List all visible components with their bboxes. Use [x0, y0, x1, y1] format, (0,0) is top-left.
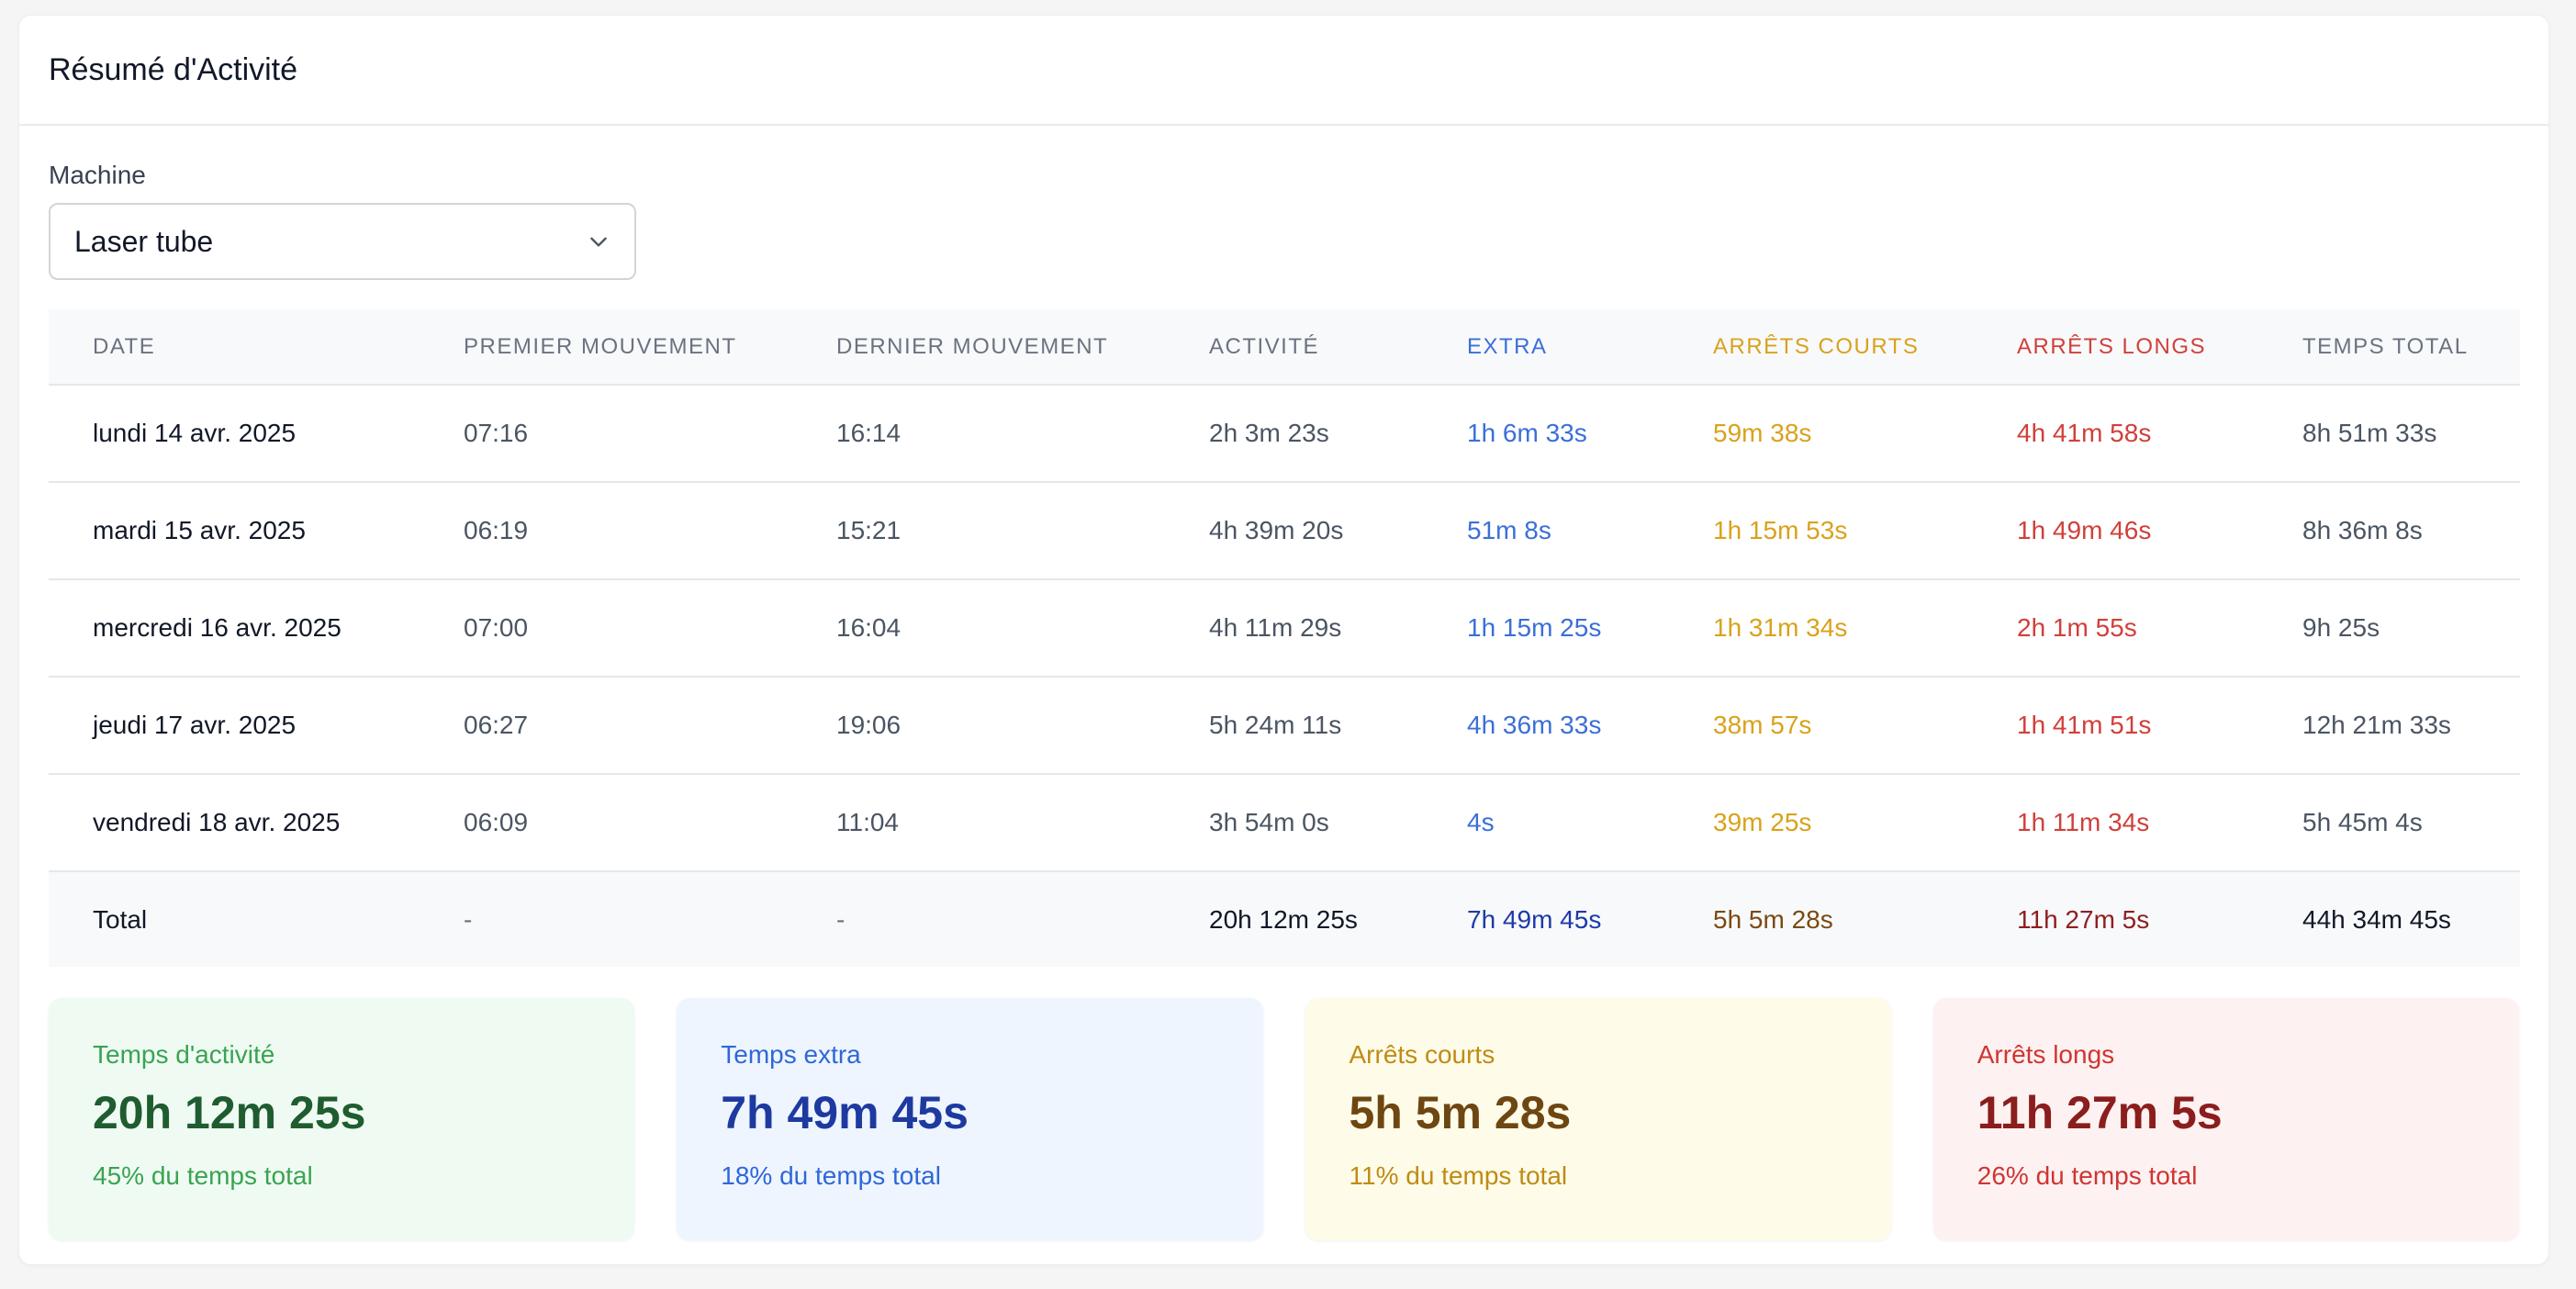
- cell-long-stops: 1h 49m 46s: [2017, 516, 2152, 544]
- stat-card-short-stops: Arrêts courts 5h 5m 28s 11% du temps tot…: [1305, 998, 1891, 1240]
- col-header-first-move[interactable]: PREMIER MOUVEMENT: [420, 309, 792, 385]
- cell-last-move: 19:06: [836, 711, 902, 739]
- cell-first-move: 06:27: [464, 711, 529, 739]
- col-header-last-move[interactable]: DERNIER MOUVEMENT: [792, 309, 1165, 385]
- cell-last-move: 15:21: [836, 516, 902, 544]
- stat-value: 20h 12m 25s: [93, 1087, 366, 1138]
- cell-date: mercredi 16 avr. 2025: [93, 613, 342, 642]
- stat-card-extra: Temps extra 7h 49m 45s 18% du temps tota…: [677, 998, 1263, 1240]
- total-first-move: -: [464, 904, 473, 934]
- stat-card-activity: Temps d'activité 20h 12m 25s 45% du temp…: [49, 998, 635, 1240]
- table-row: mardi 15 avr. 2025 06:19 15:21 4h 39m 20…: [49, 482, 2520, 579]
- stat-label: Temps d'activité: [93, 1040, 275, 1069]
- cell-first-move: 07:16: [464, 419, 529, 447]
- col-header-date[interactable]: DATE: [49, 309, 420, 385]
- cell-activity: 2h 3m 23s: [1209, 419, 1329, 447]
- total-long-stops: 11h 27m 5s: [2017, 904, 2150, 934]
- cell-long-stops: 1h 41m 51s: [2017, 711, 2152, 739]
- stat-card-long-stops: Arrêts longs 11h 27m 5s 26% du temps tot…: [1932, 998, 2519, 1240]
- cell-extra: 1h 6m 33s: [1467, 419, 1587, 447]
- table-row: lundi 14 avr. 2025 07:16 16:14 2h 3m 23s…: [49, 385, 2520, 482]
- stat-percent: 45% du temps total: [93, 1161, 313, 1190]
- machine-label: Machine: [49, 161, 146, 189]
- stat-value: 5h 5m 28s: [1349, 1087, 1572, 1138]
- cell-activity: 4h 39m 20s: [1209, 516, 1344, 544]
- cell-short-stops: 39m 25s: [1713, 808, 1812, 836]
- table-row: mercredi 16 avr. 2025 07:00 16:04 4h 11m…: [49, 579, 2520, 677]
- cell-total-time: 8h 51m 33s: [2302, 419, 2437, 447]
- cell-extra: 51m 8s: [1467, 516, 1551, 544]
- cell-extra: 4h 36m 33s: [1467, 711, 1602, 739]
- cell-total-time: 8h 36m 8s: [2302, 516, 2423, 544]
- total-activity: 20h 12m 25s: [1209, 904, 1358, 934]
- cell-date: mardi 15 avr. 2025: [93, 516, 306, 544]
- stat-label: Temps extra: [721, 1040, 861, 1069]
- cell-activity: 5h 24m 11s: [1209, 711, 1342, 739]
- col-header-total-time[interactable]: TEMPS TOTAL: [2258, 309, 2520, 385]
- stat-label: Arrêts longs: [1977, 1040, 2115, 1069]
- cell-long-stops: 4h 41m 58s: [2017, 419, 2152, 447]
- stat-value: 11h 27m 5s: [1977, 1087, 2223, 1138]
- cell-total-time: 9h 25s: [2302, 613, 2380, 642]
- cell-activity: 4h 11m 29s: [1209, 613, 1342, 642]
- table-row: vendredi 18 avr. 2025 06:09 11:04 3h 54m…: [49, 774, 2520, 871]
- chevron-down-icon: [590, 237, 607, 247]
- cell-activity: 3h 54m 0s: [1209, 808, 1329, 836]
- card-header: Résumé d'Activité: [19, 16, 2548, 126]
- machine-select-value: Laser tube: [74, 224, 214, 258]
- total-last-move: -: [836, 904, 846, 934]
- stat-percent: 26% du temps total: [1977, 1161, 2198, 1190]
- stat-percent: 11% du temps total: [1349, 1161, 1568, 1190]
- total-extra: 7h 49m 45s: [1467, 904, 1602, 934]
- cell-short-stops: 38m 57s: [1713, 711, 1812, 739]
- stats-cards: Temps d'activité 20h 12m 25s 45% du temp…: [49, 998, 2519, 1240]
- cell-short-stops: 1h 15m 53s: [1713, 516, 1848, 544]
- cell-total-time: 5h 45m 4s: [2302, 808, 2423, 836]
- col-header-activity[interactable]: ACTIVITÉ: [1165, 309, 1423, 385]
- total-total-time: 44h 34m 45s: [2302, 904, 2451, 934]
- cell-total-time: 12h 21m 33s: [2302, 711, 2451, 739]
- cell-last-move: 16:04: [836, 613, 902, 642]
- cell-extra: 1h 15m 25s: [1467, 613, 1602, 642]
- cell-first-move: 06:09: [464, 808, 529, 836]
- col-header-short-stops[interactable]: ARRÊTS COURTS: [1669, 309, 1973, 385]
- stat-value: 7h 49m 45s: [721, 1087, 969, 1138]
- table-total-row: Total - - 20h 12m 25s 7h 49m 45s 5h 5m 2…: [49, 871, 2520, 967]
- cell-first-move: 07:00: [464, 613, 529, 642]
- page-title: Résumé d'Activité: [49, 51, 298, 87]
- cell-short-stops: 59m 38s: [1713, 419, 1812, 447]
- cell-long-stops: 2h 1m 55s: [2017, 613, 2137, 642]
- stat-percent: 18% du temps total: [721, 1161, 941, 1190]
- col-header-extra[interactable]: EXTRA: [1423, 309, 1669, 385]
- activity-summary-card: Résumé d'Activité Machine Laser tube DAT…: [18, 15, 2549, 1265]
- total-short-stops: 5h 5m 28s: [1713, 904, 1833, 934]
- machine-select[interactable]: Laser tube: [49, 203, 636, 280]
- col-header-long-stops[interactable]: ARRÊTS LONGS: [1973, 309, 2258, 385]
- cell-short-stops: 1h 31m 34s: [1713, 613, 1848, 642]
- cell-date: vendredi 18 avr. 2025: [93, 808, 341, 836]
- table-header-row: DATE PREMIER MOUVEMENT DERNIER MOUVEMENT…: [49, 309, 2520, 385]
- cell-first-move: 06:19: [464, 516, 529, 544]
- cell-long-stops: 1h 11m 34s: [2017, 808, 2150, 836]
- cell-date: jeudi 17 avr. 2025: [93, 711, 297, 739]
- stat-label: Arrêts courts: [1349, 1040, 1495, 1069]
- cell-last-move: 16:14: [836, 419, 902, 447]
- total-label: Total: [93, 904, 148, 934]
- cell-extra: 4s: [1467, 808, 1495, 836]
- cell-last-move: 11:04: [836, 808, 899, 836]
- cell-date: lundi 14 avr. 2025: [93, 419, 297, 447]
- activity-table: DATE PREMIER MOUVEMENT DERNIER MOUVEMENT…: [49, 309, 2520, 967]
- table-row: jeudi 17 avr. 2025 06:27 19:06 5h 24m 11…: [49, 677, 2520, 774]
